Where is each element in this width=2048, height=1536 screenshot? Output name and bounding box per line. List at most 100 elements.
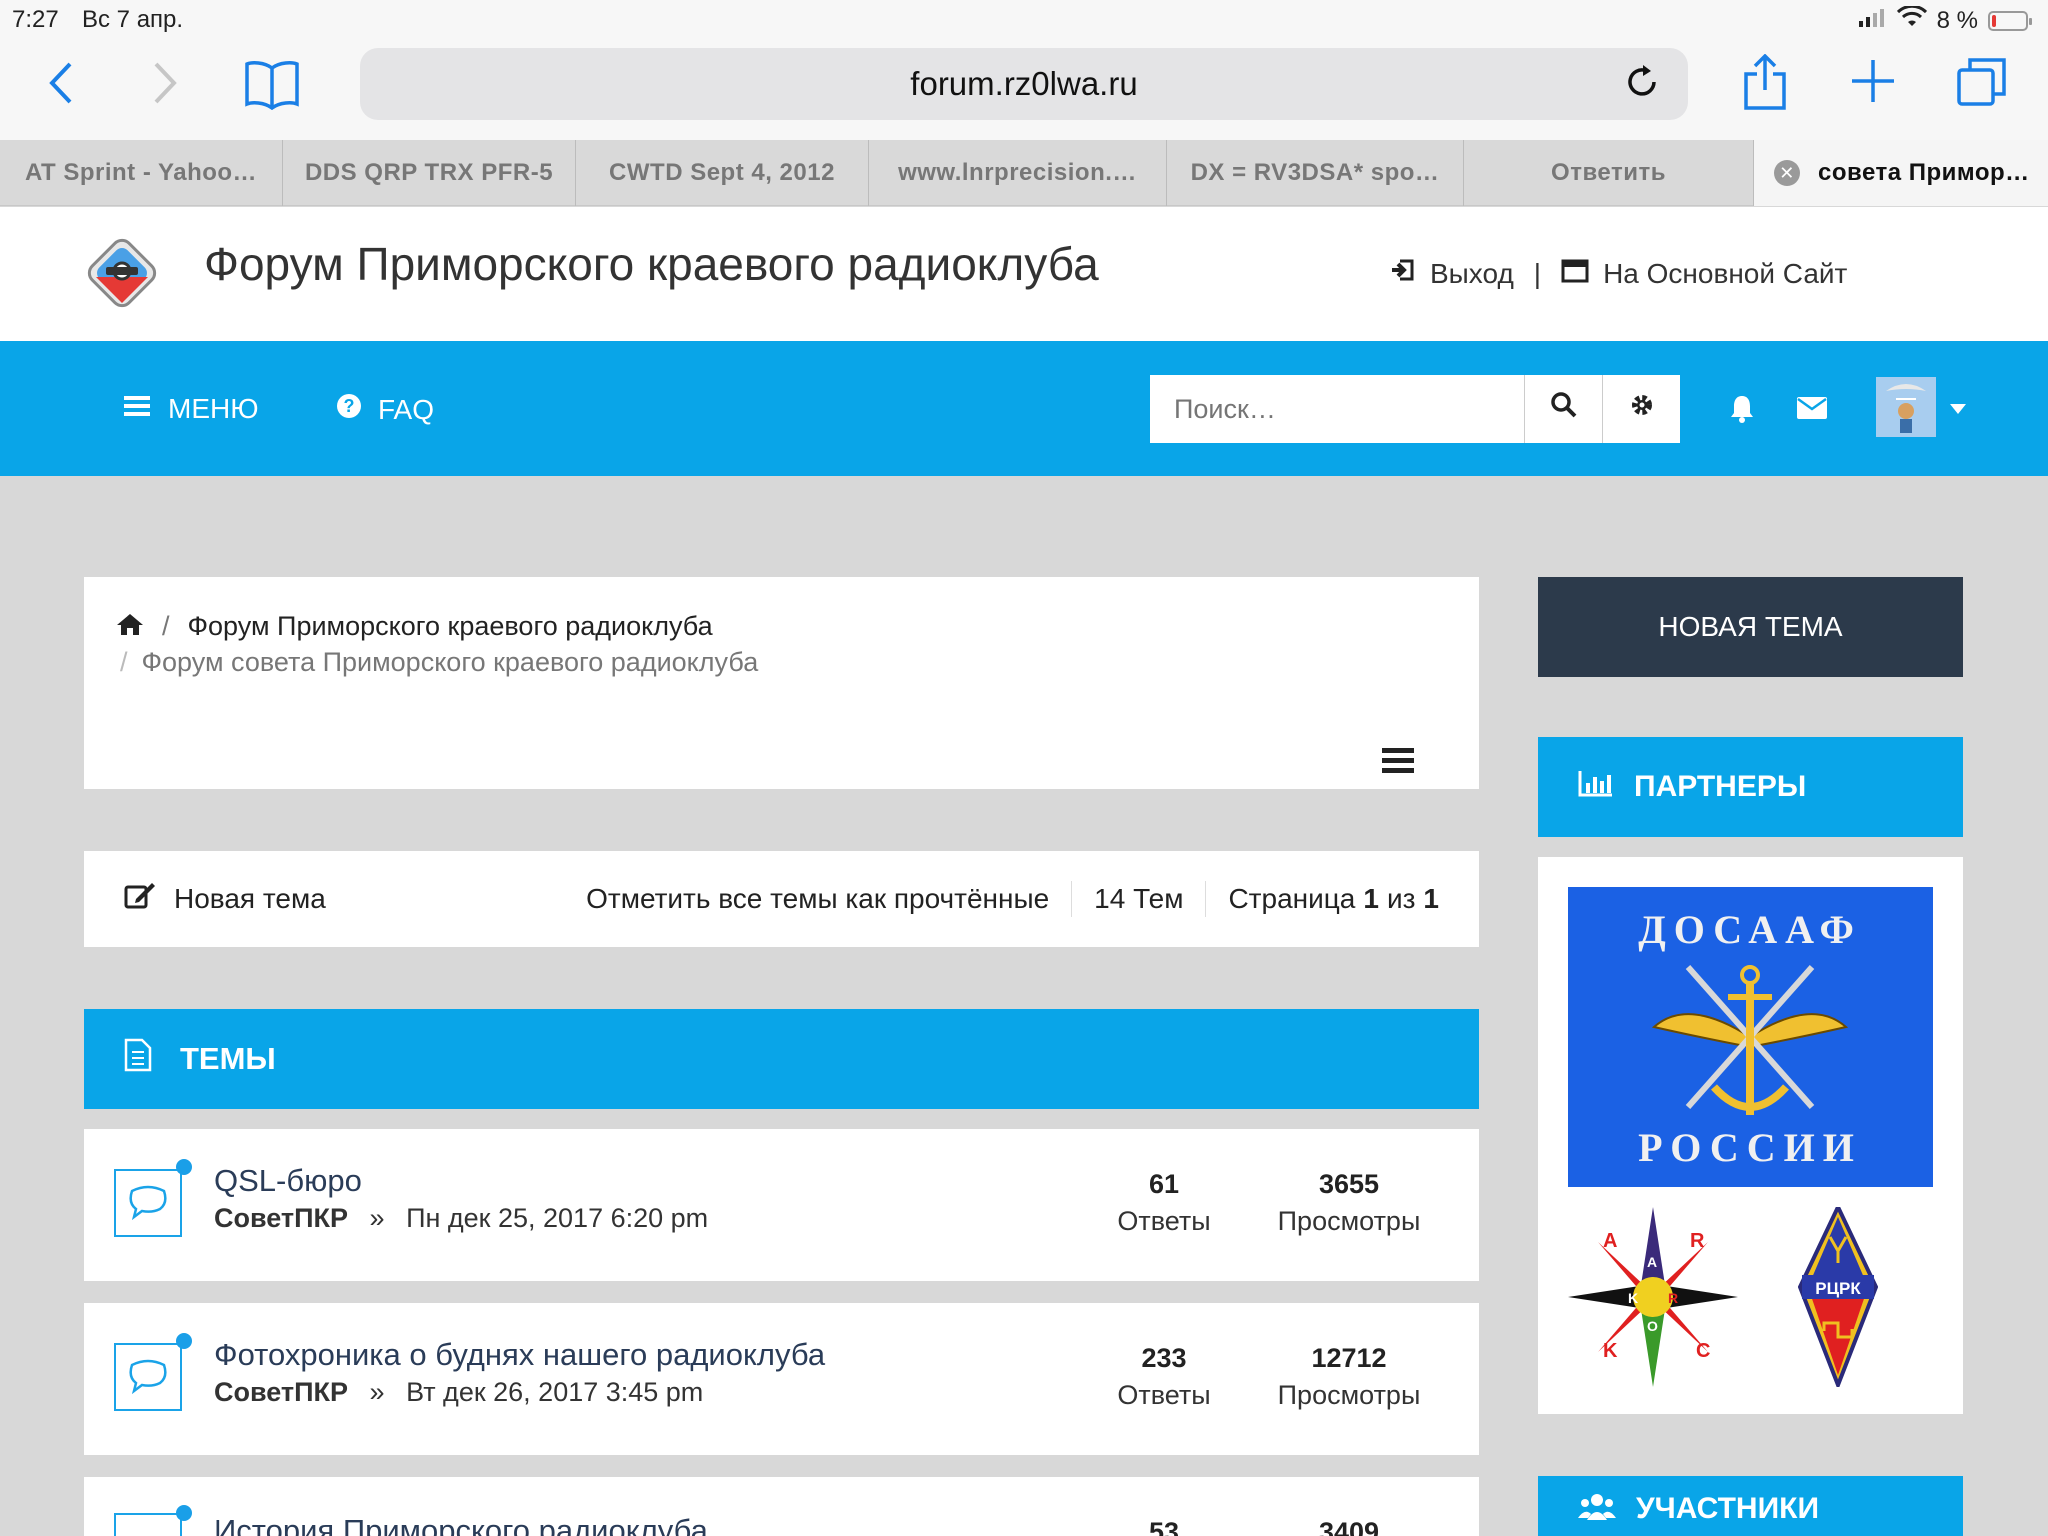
site-logo[interactable] bbox=[82, 233, 162, 313]
unread-dot bbox=[176, 1505, 192, 1521]
topic-author-link[interactable]: СоветПКР bbox=[214, 1377, 348, 1407]
views-stat: 12712 Просмотры bbox=[1254, 1343, 1444, 1411]
question-circle-icon: ? bbox=[336, 393, 362, 426]
browser-tab[interactable]: www.lnrprecision.… bbox=[869, 140, 1167, 206]
topic-title-link[interactable]: История Приморского радиоклуба bbox=[214, 1513, 708, 1536]
browser-tab[interactable]: AT Sprint - Yahoo… bbox=[0, 140, 283, 206]
browser-tab[interactable]: CWTD Sept 4, 2012 bbox=[576, 140, 869, 206]
logout-icon bbox=[1390, 257, 1416, 290]
battery-percent: 8 % bbox=[1936, 6, 1978, 34]
caret-down-icon[interactable] bbox=[1950, 401, 1966, 419]
url-text: forum.rz0lwa.ru bbox=[910, 65, 1138, 102]
breadcrumb-separator: / bbox=[120, 647, 128, 677]
menu-button[interactable]: МЕНЮ bbox=[124, 393, 259, 425]
arrl-letter: A bbox=[1603, 1230, 1617, 1252]
menu-label: МЕНЮ bbox=[168, 393, 259, 424]
search-input[interactable] bbox=[1150, 375, 1524, 443]
breadcrumb-root-link[interactable]: Форум Приморского краевого радиоклуба bbox=[188, 611, 713, 642]
divider bbox=[1071, 881, 1073, 917]
new-tab-icon[interactable] bbox=[1850, 58, 1896, 116]
tab-label: Ответить bbox=[1551, 159, 1666, 186]
mark-read-link[interactable]: Отметить все темы как прочтённые bbox=[586, 883, 1049, 915]
topic-meta: СоветПКР » Вт дек 26, 2017 3:45 pm bbox=[214, 1377, 703, 1408]
reload-icon[interactable] bbox=[1624, 64, 1660, 110]
pagination-prefix: Страница bbox=[1228, 883, 1356, 914]
topic-author-link[interactable]: СоветПКР bbox=[214, 1203, 348, 1233]
document-icon bbox=[124, 1038, 152, 1080]
replies-label: Ответы bbox=[1117, 1380, 1211, 1410]
faq-link[interactable]: ? FAQ bbox=[336, 393, 434, 426]
topic-row[interactable]: QSL-бюро СоветПКР » Пн дек 25, 2017 6:20… bbox=[84, 1129, 1479, 1281]
replies-count: 233 bbox=[1141, 1343, 1187, 1373]
ios-status-bar: 7:27 Вс 7 апр. 8 % bbox=[0, 0, 2048, 40]
topic-row[interactable]: Фотохроника о буднях нашего радиоклуба С… bbox=[84, 1303, 1479, 1455]
topic-count: 14 Тем bbox=[1094, 883, 1184, 914]
new-topic-link[interactable]: Новая тема bbox=[124, 881, 326, 916]
browser-tab[interactable]: DDS QRP TRX PFR-5 bbox=[283, 140, 576, 206]
topic-title-link[interactable]: Фотохроника о буднях нашего радиоклуба bbox=[214, 1337, 825, 1373]
envelope-icon[interactable] bbox=[1797, 397, 1827, 424]
bell-icon[interactable] bbox=[1728, 393, 1756, 428]
replies-label: Ответы bbox=[1117, 1206, 1211, 1236]
topic-unread-icon bbox=[114, 1343, 182, 1411]
site-title[interactable]: Форум Приморского краевого радиоклуба bbox=[204, 237, 1099, 291]
bookmarks-icon[interactable] bbox=[244, 58, 300, 122]
tabs-overview-icon[interactable] bbox=[1956, 56, 2008, 120]
tab-label: AT Sprint - Yahoo… bbox=[24, 159, 258, 186]
arrl-letter: C bbox=[1696, 1340, 1710, 1362]
divider bbox=[1205, 881, 1207, 917]
close-tab-icon[interactable]: ✕ bbox=[1774, 160, 1800, 186]
new-topic-button-label: НОВАЯ ТЕМА bbox=[1658, 611, 1843, 642]
arrl-letter: K bbox=[1628, 1290, 1638, 1306]
advanced-search-button[interactable] bbox=[1602, 375, 1680, 443]
back-icon[interactable] bbox=[46, 58, 76, 120]
avatar[interactable] bbox=[1876, 377, 1936, 437]
browser-tab[interactable]: DX = RV3DSA* spo… bbox=[1167, 140, 1464, 206]
breadcrumb-current[interactable]: Форум совета Приморского краевого радиок… bbox=[142, 647, 759, 678]
arrl-logo[interactable]: A R K C A R K O bbox=[1568, 1207, 1738, 1387]
unread-dot bbox=[176, 1159, 192, 1175]
status-right: 8 % bbox=[1857, 4, 2032, 35]
new-topic-label: Новая тема bbox=[174, 882, 326, 914]
forum-navbar: МЕНЮ ? FAQ bbox=[0, 341, 2048, 476]
chevron-double-right-icon: » bbox=[369, 1377, 385, 1407]
search-icon bbox=[1550, 391, 1578, 427]
tab-label: CWTD Sept 4, 2012 bbox=[609, 159, 835, 186]
list-menu-icon[interactable] bbox=[1382, 747, 1414, 780]
home-icon[interactable] bbox=[116, 612, 144, 641]
new-topic-button[interactable]: НОВАЯ ТЕМА bbox=[1538, 577, 1963, 677]
status-time: 7:27 bbox=[12, 6, 59, 33]
partners-header: ПАРТНЕРЫ bbox=[1538, 737, 1963, 837]
signal-icon bbox=[1857, 7, 1887, 35]
breadcrumb: / Форум Приморского краевого радиоклуба bbox=[116, 611, 713, 642]
svg-text:?: ? bbox=[344, 396, 355, 416]
forward-icon[interactable] bbox=[150, 58, 180, 120]
address-bar[interactable]: forum.rz0lwa.ru bbox=[360, 48, 1688, 120]
breadcrumb-card: / Форум Приморского краевого радиоклуба … bbox=[84, 577, 1479, 789]
replies-stat: 61 Ответы bbox=[1094, 1169, 1234, 1237]
browser-tab[interactable]: Ответить bbox=[1464, 140, 1754, 206]
views-count: 12712 bbox=[1311, 1343, 1387, 1373]
main-site-link[interactable]: На Основной Сайт bbox=[1603, 258, 1847, 290]
arrl-letter: R bbox=[1668, 1290, 1678, 1306]
logout-link[interactable]: Выход bbox=[1430, 258, 1514, 290]
browser-tab-active[interactable]: ✕ совета Примор… bbox=[1754, 140, 2048, 206]
arrl-letter: K bbox=[1603, 1340, 1618, 1362]
users-icon bbox=[1578, 1492, 1616, 1528]
header-separator: | bbox=[1533, 257, 1542, 289]
tab-label: DDS QRP TRX PFR-5 bbox=[304, 159, 554, 186]
dosaaf-top-text: ДОСААФ bbox=[1638, 907, 1862, 952]
share-icon[interactable] bbox=[1742, 53, 1788, 122]
gear-icon bbox=[1629, 392, 1655, 426]
search-button[interactable] bbox=[1524, 375, 1602, 443]
dosaaf-bottom-text: РОССИИ bbox=[1638, 1125, 1862, 1170]
topic-row[interactable]: История Приморского радиоклуба 53 3409 bbox=[84, 1477, 1479, 1536]
unread-dot bbox=[176, 1333, 192, 1349]
dosaaf-banner[interactable]: ДОСААФ РОССИИ bbox=[1568, 887, 1933, 1187]
wifi-icon bbox=[1896, 4, 1927, 35]
views-stat: 3655 Просмотры bbox=[1254, 1169, 1444, 1237]
battery-icon bbox=[1988, 10, 2032, 31]
topic-title-link[interactable]: QSL-бюро bbox=[214, 1163, 362, 1199]
rcrk-logo[interactable]: РЦРК bbox=[1797, 1202, 1879, 1391]
browser-tab-strip: AT Sprint - Yahoo… DDS QRP TRX PFR-5 CWT… bbox=[0, 140, 2048, 206]
